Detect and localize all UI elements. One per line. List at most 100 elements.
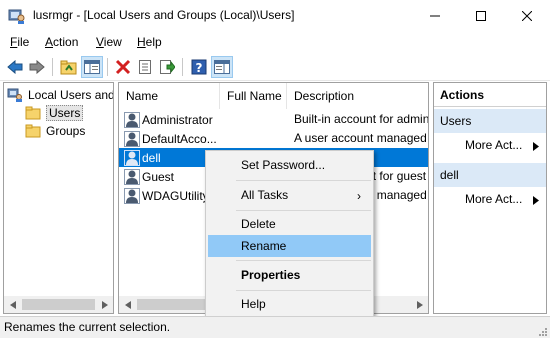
up-one-level-button[interactable] [58,56,80,78]
tree-node-groups[interactable]: Groups [25,122,85,140]
menu-action[interactable]: Action [45,35,78,49]
folder-icon [25,123,41,139]
toolbar-separator [52,58,53,76]
column-header-full-name[interactable]: Full Name [220,83,287,109]
up-folder-icon [60,60,77,75]
menu-action-label: ction [53,35,79,49]
chevron-right-icon [533,194,539,208]
menu-view-label: iew [103,35,122,49]
menu-help-accel: H [137,35,146,49]
tree-root-node[interactable]: Local Users and Groups (Local) [7,86,114,104]
toolbar: ? [0,53,550,81]
context-separator [236,290,371,291]
row-name: Administrator [142,113,213,127]
row-name: DefaultAcco... [142,132,217,146]
column-header-description[interactable]: Description [287,83,428,109]
console-tree-pane[interactable]: Local Users and Groups (Local) Users Gro… [3,82,114,314]
context-properties[interactable]: Properties [208,264,371,286]
tree-node-users[interactable]: Users [25,104,84,122]
properties-button[interactable] [134,56,156,78]
context-all-tasks[interactable]: All Tasks › [208,184,371,206]
scroll-thumb[interactable] [22,299,95,310]
tree-horizontal-scrollbar[interactable] [4,296,113,313]
menu-view-accel: V [96,35,104,49]
forward-button[interactable] [26,56,48,78]
forward-arrow-icon [29,60,45,74]
status-bar: Renames the current selection. [0,316,550,338]
row-name: Guest [142,170,175,184]
menu-help[interactable]: Help [137,35,162,49]
window-title: lusrmgr - [Local Users and Groups (Local… [33,8,295,22]
computer-users-icon [7,87,23,103]
svg-text:?: ? [196,61,203,75]
menu-action-accel: A [45,35,54,49]
show-hide-tree-icon [84,60,100,74]
resize-grip-icon[interactable] [538,326,548,336]
delete-icon [115,59,131,75]
maximize-icon [476,11,486,21]
actions-header: Actions [434,83,546,107]
status-text: Renames the current selection. [4,320,171,334]
user-icon [124,150,140,166]
menu-bar: File Action View Help [0,32,550,52]
actions-section-dell[interactable]: dell [434,163,546,187]
user-icon [124,169,140,185]
close-icon [522,11,532,21]
context-separator [236,210,371,211]
user-icon [124,188,140,204]
menu-file[interactable]: File [10,35,29,49]
context-rename[interactable]: Rename [208,235,371,257]
row-description: A user account managed by the system. [294,131,428,145]
table-row[interactable]: Administrator Built-in account for admin… [119,110,428,129]
table-row[interactable]: DefaultAcco... A user account managed by… [119,129,428,148]
properties-icon [139,60,151,74]
tree-users-label: Users [46,105,84,121]
toolbar-separator [182,58,183,76]
chevron-right-icon [533,140,539,154]
minimize-icon [430,15,440,17]
show-hide-console-tree-button[interactable] [81,56,103,78]
back-arrow-icon [7,60,23,74]
context-separator [236,260,371,261]
context-delete[interactable]: Delete [208,213,371,235]
more-actions-label: More Act... [465,138,523,152]
more-actions-label: More Act... [465,192,523,206]
close-button[interactable] [504,0,550,32]
column-header-name[interactable]: Name [119,83,220,109]
delete-button[interactable] [112,56,134,78]
show-hide-action-pane-button[interactable] [211,56,233,78]
export-list-button[interactable] [156,56,178,78]
context-menu: Set Password... All Tasks › Delete Renam… [205,150,374,318]
scroll-right-arrow[interactable] [411,296,428,313]
actions-pane: Actions Users More Act... dell More Act.… [433,82,547,314]
folder-icon [25,105,41,121]
user-icon [124,112,140,128]
submenu-arrow-icon: › [357,189,361,203]
menu-view[interactable]: View [96,35,122,49]
maximize-button[interactable] [458,0,504,32]
context-set-password[interactable]: Set Password... [208,154,371,176]
more-actions-users[interactable]: More Act... [434,135,546,155]
row-description: Built-in account for administering... [294,112,428,126]
export-list-icon [160,60,175,74]
context-separator [236,180,371,181]
more-actions-dell[interactable]: More Act... [434,189,546,209]
user-icon [124,131,140,147]
toolbar-separator [107,58,108,76]
back-button[interactable] [4,56,26,78]
context-help[interactable]: Help [208,293,371,315]
show-hide-action-pane-icon [214,60,230,74]
menu-file-label: ile [17,35,30,49]
actions-section-users[interactable]: Users [434,109,546,133]
tree-root-label: Local Users and Groups (Local) [28,88,114,102]
scroll-right-arrow[interactable] [96,296,113,313]
list-header: Name Full Name Description [119,83,428,109]
minimize-button[interactable] [412,0,458,32]
scroll-left-arrow[interactable] [4,296,21,313]
help-icon: ? [191,59,207,75]
tree-groups-label: Groups [46,124,86,138]
scroll-left-arrow[interactable] [119,296,136,313]
help-button[interactable]: ? [188,56,210,78]
menu-help-label: elp [145,35,162,49]
lusrmgr-app-icon [8,7,26,25]
